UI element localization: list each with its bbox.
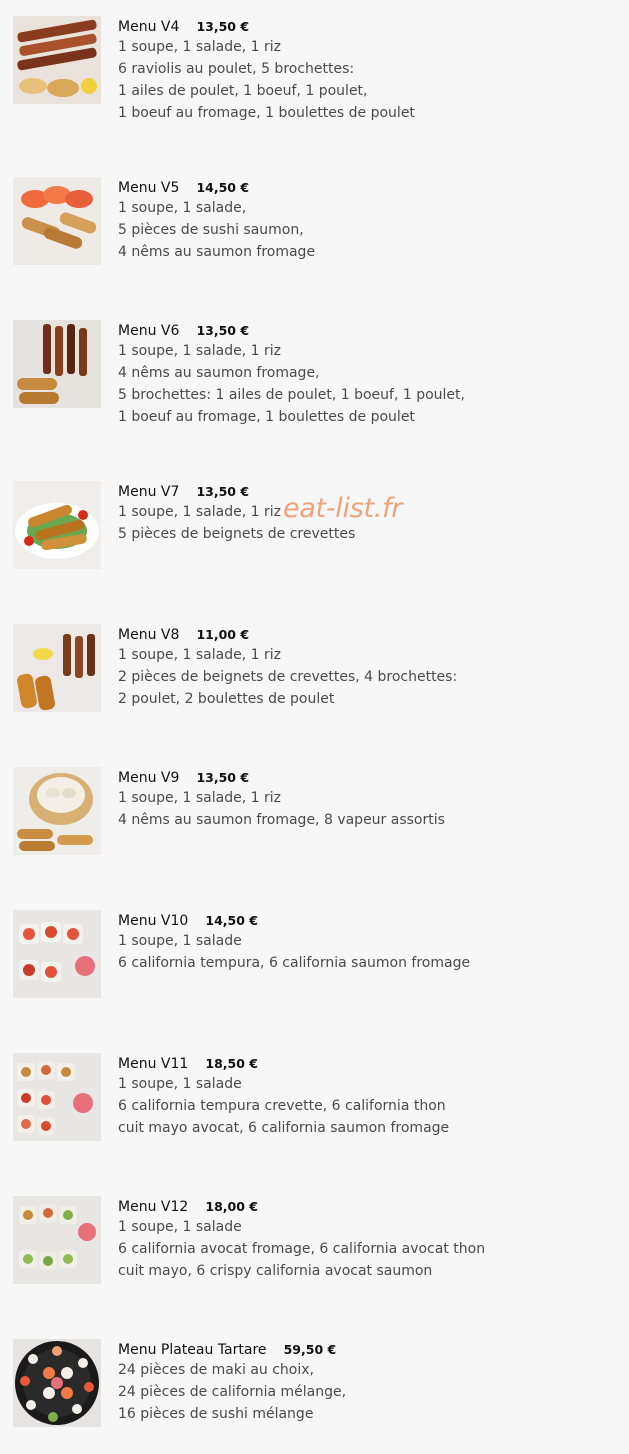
menu-v11-photo — [13, 1053, 101, 1141]
menu-line: 16 pièces de sushi mélange — [118, 1406, 314, 1422]
menu-plateau-tartare-photo — [13, 1339, 101, 1427]
menu-line: 5 pièces de beignets de crevettes — [118, 526, 356, 542]
menu-line: 4 nêms au saumon fromage, — [118, 365, 320, 381]
menu-price: 14,50 € — [196, 180, 250, 195]
menu-v8-photo — [13, 624, 101, 712]
menu-price: 18,00 € — [205, 1199, 258, 1214]
menu-name: Menu V9 — [118, 770, 180, 786]
menu-line: 1 soupe, 1 salade — [118, 1076, 242, 1092]
menu-name: Menu V5 — [118, 180, 180, 196]
menu-name: Menu Plateau Tartare — [118, 1342, 267, 1358]
menu-v7-photo — [13, 481, 101, 569]
menu-price: 13,50 € — [196, 323, 250, 338]
menu-line: 5 brochettes: 1 ailes de poulet, 1 boeuf… — [118, 387, 465, 403]
menu-v9-photo — [13, 767, 101, 855]
menu-line: 6 california tempura crevette, 6 califor… — [118, 1098, 446, 1114]
menu-line: 4 nêms au saumon fromage, 8 vapeur assor… — [118, 812, 445, 828]
menu-line: 2 poulet, 2 boulettes de poulet — [118, 691, 335, 707]
menu-line: 24 pièces de california mélange, — [118, 1384, 347, 1400]
menu-line: 1 soupe, 1 salade, 1 riz — [118, 647, 281, 663]
menu-price: 14,50 € — [205, 913, 258, 928]
menu-v6-photo — [13, 320, 101, 408]
menu-line: 1 soupe, 1 salade, — [118, 200, 247, 216]
menu-price: 13,50 € — [196, 19, 250, 34]
menu-line: 6 california tempura, 6 california saumo… — [118, 955, 471, 971]
menu-line: 5 pièces de sushi saumon, — [118, 222, 304, 238]
menu-line: 1 soupe, 1 salade, 1 riz — [118, 39, 281, 55]
menu-line: 1 soupe, 1 salade, 1 riz — [118, 790, 281, 806]
menu-name: Menu V12 — [118, 1199, 189, 1215]
menu-name: Menu V11 — [118, 1056, 189, 1072]
menu-price: 11,00 € — [196, 627, 250, 642]
menu-line: cuit mayo avocat, 6 california saumon fr… — [118, 1120, 450, 1136]
menu-line: cuit mayo, 6 crispy california avocat sa… — [118, 1263, 433, 1279]
menu-name: Menu V4 — [118, 19, 180, 35]
menu-line: 4 nêms au saumon fromage — [118, 244, 316, 260]
menu-line: 1 boeuf au fromage, 1 boulettes de poule… — [118, 105, 415, 121]
menu-v12-photo — [13, 1196, 101, 1284]
menu-v10-photo — [13, 910, 101, 998]
menu-price: 59,50 € — [283, 1342, 337, 1357]
menu-line: 1 soupe, 1 salade, 1 riz — [118, 343, 281, 359]
menu-name: Menu V6 — [118, 323, 180, 339]
menu-line: 1 boeuf au fromage, 1 boulettes de poule… — [118, 409, 415, 425]
menu-line: 1 ailes de poulet, 1 boeuf, 1 poulet, — [118, 83, 368, 99]
menu-name: Menu V10 — [118, 913, 189, 929]
menu-line: 2 pièces de beignets de crevettes, 4 bro… — [118, 669, 458, 685]
menu-price: 13,50 € — [196, 770, 250, 785]
menu-price: 13,50 € — [196, 484, 250, 499]
watermark: eat-list.fr — [283, 493, 403, 524]
menu-line: 24 pièces de maki au choix, — [118, 1362, 314, 1378]
menu-line: 6 california avocat fromage, 6 californi… — [118, 1241, 486, 1257]
menu-v5-photo — [13, 177, 101, 265]
menu-line: 1 soupe, 1 salade — [118, 1219, 242, 1235]
menu-v4-photo — [13, 16, 101, 104]
menu-name: Menu V8 — [118, 627, 180, 643]
menu-line: 6 raviolis au poulet, 5 brochettes: — [118, 61, 355, 77]
menu-name: Menu V7 — [118, 484, 180, 500]
menu-line: 1 soupe, 1 salade — [118, 933, 242, 949]
menu-price: 18,50 € — [205, 1056, 258, 1071]
